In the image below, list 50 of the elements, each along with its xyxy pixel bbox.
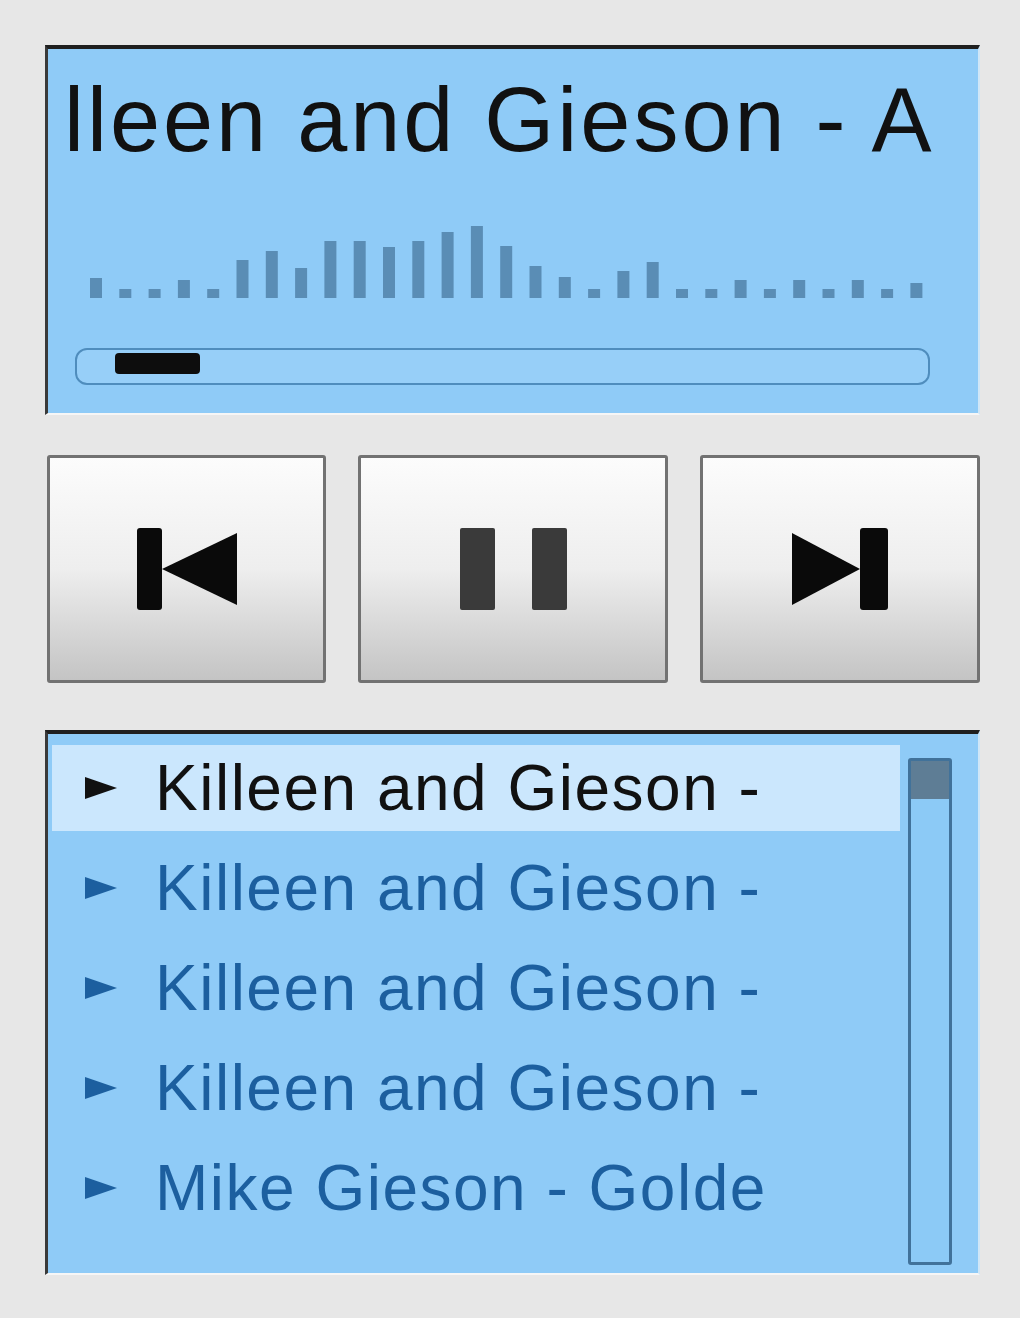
playlist-item[interactable]: Killeen and Gieson - — [52, 1045, 900, 1131]
spectrum-bar — [763, 289, 776, 298]
spectrum-bar — [676, 289, 688, 298]
spectrum-bar — [617, 271, 630, 298]
play-icon — [85, 1177, 117, 1199]
seek-bar[interactable] — [75, 348, 930, 385]
spectrum-bar — [353, 241, 366, 298]
spectrum-bar — [236, 260, 249, 298]
spectrum-bar — [470, 226, 483, 298]
spectrum-bar — [910, 283, 923, 298]
scrollbar-thumb[interactable] — [911, 761, 949, 799]
spectrum-bar — [793, 280, 806, 298]
spectrum-bar — [119, 289, 132, 298]
spectrum-bar — [588, 289, 601, 298]
playlist-item[interactable]: Killeen and Gieson - — [52, 945, 900, 1031]
pause-button[interactable] — [358, 455, 668, 683]
play-icon — [85, 1077, 117, 1099]
play-icon — [85, 877, 117, 899]
play-icon — [85, 777, 117, 799]
seek-thumb[interactable] — [115, 353, 201, 374]
playlist-item[interactable]: Killeen and Gieson - — [52, 845, 900, 931]
scrollbar[interactable] — [908, 758, 952, 1265]
spectrum-bar — [207, 289, 220, 298]
spectrum-bar — [881, 289, 894, 298]
spectrum-bar — [383, 247, 395, 298]
spectrum-bar — [500, 246, 513, 298]
spectrum-bar — [441, 232, 454, 298]
skip-forward-icon — [792, 528, 888, 610]
previous-button[interactable] — [47, 455, 326, 683]
spectrum-bar — [529, 266, 542, 298]
track-title: lleen and Gieson - A — [64, 75, 935, 165]
spectrum-bar — [851, 280, 864, 298]
spectrum-bar — [822, 289, 835, 298]
play-icon — [85, 977, 117, 999]
spectrum-bar — [734, 280, 747, 298]
spectrum-bar — [90, 278, 102, 298]
spectrum-bar — [646, 262, 659, 298]
spectrum-bar — [705, 289, 718, 298]
spectrum-bar — [265, 251, 278, 298]
spectrum-bar — [148, 289, 161, 298]
spectrum-bar — [558, 277, 571, 298]
playlist-item[interactable]: Mike Gieson - Golde — [52, 1145, 900, 1231]
next-button[interactable] — [700, 455, 980, 683]
spectrum-bar — [295, 268, 308, 298]
spectrum-bar — [177, 280, 190, 298]
spectrum-bar — [324, 241, 337, 298]
playlist-item[interactable]: Killeen and Gieson - — [52, 745, 900, 831]
pause-icon — [459, 528, 567, 610]
skip-back-icon — [136, 528, 237, 610]
spectrum-bar — [412, 241, 425, 298]
